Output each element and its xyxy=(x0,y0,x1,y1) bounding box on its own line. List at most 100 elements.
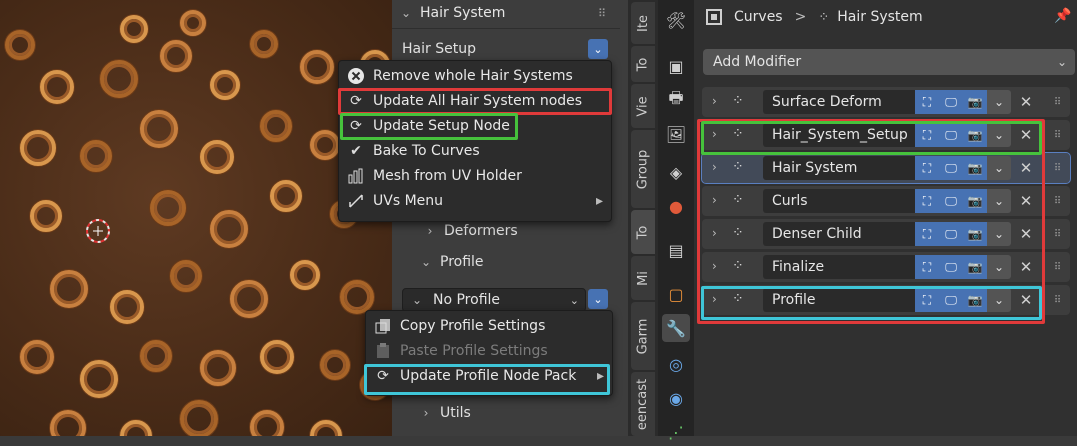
bake-to-curves-item[interactable]: ✔ Bake To Curves xyxy=(345,139,605,163)
scene-icon[interactable]: ◈ xyxy=(662,158,690,186)
render-toggle-camera-icon[interactable]: 📷 xyxy=(963,189,987,213)
pin-icon[interactable]: 📌 xyxy=(1054,8,1071,24)
remove-hair-systems-item[interactable]: Remove whole Hair Systems xyxy=(345,64,605,88)
world-icon[interactable]: ● xyxy=(662,192,690,220)
drag-grip-icon[interactable]: ⠿ xyxy=(1047,257,1067,277)
modifier-name-field[interactable]: Hair_System_Setup xyxy=(763,123,915,147)
modifier-row[interactable]: › ⁘ Hair System ⛶ 🖵 📷 ⌄ ✕ ⠿ xyxy=(701,152,1071,184)
output-icon[interactable]: 🖶 xyxy=(662,86,690,114)
edit-mode-toggle-icon[interactable]: ⛶ xyxy=(915,288,939,312)
grip-icon[interactable]: ⠿ xyxy=(598,7,606,20)
collection-icon[interactable]: ▤ xyxy=(662,236,690,264)
chevron-right-icon[interactable]: › xyxy=(712,127,726,141)
tab-view[interactable]: Vie xyxy=(631,84,655,128)
remove-modifier-close-icon[interactable]: ✕ xyxy=(1017,92,1035,112)
drag-grip-icon[interactable]: ⠿ xyxy=(1047,290,1067,310)
tab-misc[interactable]: Mi xyxy=(631,256,655,300)
remove-modifier-close-icon[interactable]: ✕ xyxy=(1017,224,1035,244)
tab-garment[interactable]: Garm xyxy=(631,302,655,370)
viewport-display-toggle-icon[interactable]: 🖵 xyxy=(939,90,963,114)
viewport-display-toggle-icon[interactable]: 🖵 xyxy=(939,222,963,246)
drag-grip-icon[interactable]: ⠿ xyxy=(1047,224,1067,244)
tool-settings-icon[interactable]: 🛠 xyxy=(662,6,690,34)
drag-grip-icon[interactable]: ⠿ xyxy=(1047,92,1067,112)
profile-menu-button[interactable]: ⌄ xyxy=(588,289,608,309)
tab-group[interactable]: Group xyxy=(631,130,655,208)
chevron-right-icon[interactable]: › xyxy=(712,292,726,306)
viewport-display-toggle-icon[interactable]: 🖵 xyxy=(939,123,963,147)
modifier-row[interactable]: › ⁘ Curls ⛶ 🖵 📷 ⌄ ✕ ⠿ xyxy=(702,186,1070,216)
modifier-name-field[interactable]: Finalize xyxy=(763,255,915,279)
render-toggle-camera-icon[interactable]: 📷 xyxy=(963,156,987,180)
chevron-right-icon[interactable]: › xyxy=(712,226,726,240)
tab-screencast[interactable]: eencast xyxy=(631,372,655,436)
tab-item[interactable]: Ite xyxy=(631,2,655,44)
remove-modifier-close-icon[interactable]: ✕ xyxy=(1017,125,1035,145)
drag-grip-icon[interactable]: ⠿ xyxy=(1047,158,1067,178)
modifier-row[interactable]: › ⁘ Denser Child ⛶ 🖵 📷 ⌄ ✕ ⠿ xyxy=(702,219,1070,249)
tab-tool-active[interactable]: To xyxy=(631,210,655,254)
utils-row[interactable]: › Utils xyxy=(418,400,471,426)
remove-modifier-close-icon[interactable]: ✕ xyxy=(1017,158,1035,178)
viewport-display-toggle-icon[interactable]: 🖵 xyxy=(939,156,963,180)
physics-icon[interactable]: ◉ xyxy=(662,384,690,412)
modifier-wrench-icon[interactable]: 🔧 xyxy=(662,314,690,342)
chevron-right-icon[interactable]: › xyxy=(712,94,726,108)
hair-system-section-header[interactable]: ⌄ Hair System ⠿ xyxy=(392,0,620,26)
update-profile-node-pack-item[interactable]: ⟳ Update Profile Node Pack ▸ xyxy=(372,364,606,388)
copy-profile-settings-item[interactable]: Copy Profile Settings xyxy=(372,314,606,338)
modifier-dropdown-icon[interactable]: ⌄ xyxy=(987,288,1011,312)
update-all-hair-system-nodes-item[interactable]: ⟳ Update All Hair System nodes xyxy=(345,89,605,113)
remove-modifier-close-icon[interactable]: ✕ xyxy=(1017,290,1035,310)
modifier-name-field[interactable]: Profile xyxy=(763,288,915,312)
update-setup-node-item[interactable]: ⟳ Update Setup Node xyxy=(345,114,605,138)
edit-mode-toggle-icon[interactable]: ⛶ xyxy=(915,222,939,246)
chevron-right-icon[interactable]: › xyxy=(712,259,726,273)
add-modifier-button[interactable]: Add Modifier ⌄ xyxy=(703,49,1075,75)
drag-grip-icon[interactable]: ⠿ xyxy=(1047,191,1067,211)
mesh-from-uv-holder-item[interactable]: Mesh from UV Holder xyxy=(345,164,605,188)
3d-viewport[interactable] xyxy=(0,0,392,436)
profile-row[interactable]: ⌄ Profile xyxy=(418,249,484,275)
modifier-dropdown-icon[interactable]: ⌄ xyxy=(987,189,1011,213)
remove-modifier-close-icon[interactable]: ✕ xyxy=(1017,257,1035,277)
render-toggle-camera-icon[interactable]: 📷 xyxy=(963,222,987,246)
modifier-dropdown-icon[interactable]: ⌄ xyxy=(987,156,1011,180)
constraints-icon[interactable]: ⋰ xyxy=(662,418,690,446)
modifier-dropdown-icon[interactable]: ⌄ xyxy=(987,90,1011,114)
modifier-dropdown-icon[interactable]: ⌄ xyxy=(987,123,1011,147)
chevron-right-icon[interactable]: › xyxy=(712,193,726,207)
render-toggle-camera-icon[interactable]: 📷 xyxy=(963,90,987,114)
modifier-row[interactable]: › ⁘ Hair_System_Setup ⛶ 🖵 📷 ⌄ ✕ ⠿ xyxy=(702,120,1070,150)
tab-tool[interactable]: To xyxy=(631,46,655,82)
object-icon[interactable]: ▢ xyxy=(662,280,690,308)
viewport-display-toggle-icon[interactable]: 🖵 xyxy=(939,288,963,312)
render-toggle-camera-icon[interactable]: 📷 xyxy=(963,288,987,312)
edit-mode-toggle-icon[interactable]: ⛶ xyxy=(915,123,939,147)
uvs-menu-item[interactable]: UVs Menu ▸ xyxy=(345,189,605,213)
profile-dropdown[interactable]: ⌄ No Profile ⌄ xyxy=(402,288,586,312)
render-toggle-camera-icon[interactable]: 📷 xyxy=(963,255,987,279)
particles-icon[interactable]: ◎ xyxy=(662,350,690,378)
render-toggle-camera-icon[interactable]: 📷 xyxy=(963,123,987,147)
viewport-display-toggle-icon[interactable]: 🖵 xyxy=(939,255,963,279)
view-layer-icon[interactable]: 🖼 xyxy=(662,120,690,148)
viewport-display-toggle-icon[interactable]: 🖵 xyxy=(939,189,963,213)
drag-grip-icon[interactable]: ⠿ xyxy=(1047,125,1067,145)
edit-mode-toggle-icon[interactable]: ⛶ xyxy=(915,156,939,180)
edit-mode-toggle-icon[interactable]: ⛶ xyxy=(915,255,939,279)
modifier-name-field[interactable]: Denser Child xyxy=(763,222,915,246)
modifier-dropdown-icon[interactable]: ⌄ xyxy=(987,222,1011,246)
edit-mode-toggle-icon[interactable]: ⛶ xyxy=(915,189,939,213)
modifier-row[interactable]: › ⁘ Surface Deform ⛶ 🖵 📷 ⌄ ✕ ⠿ xyxy=(702,87,1070,117)
modifier-row[interactable]: › ⁘ Finalize ⛶ 🖵 📷 ⌄ ✕ ⠿ xyxy=(702,252,1070,282)
modifier-row[interactable]: › ⁘ Profile ⛶ 🖵 📷 ⌄ ✕ ⠿ xyxy=(702,285,1070,315)
modifier-name-field[interactable]: Hair System xyxy=(763,156,915,180)
render-icon[interactable]: ▣ xyxy=(662,52,690,80)
modifier-name-field[interactable]: Curls xyxy=(763,189,915,213)
edit-mode-toggle-icon[interactable]: ⛶ xyxy=(915,90,939,114)
chevron-right-icon[interactable]: › xyxy=(712,160,726,174)
remove-modifier-close-icon[interactable]: ✕ xyxy=(1017,191,1035,211)
modifier-dropdown-icon[interactable]: ⌄ xyxy=(987,255,1011,279)
modifier-name-field[interactable]: Surface Deform xyxy=(763,90,915,114)
